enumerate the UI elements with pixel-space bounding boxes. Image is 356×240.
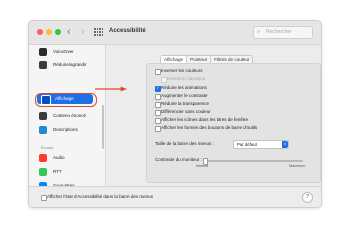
- chevron-updown-icon: ⇕: [282, 141, 288, 148]
- display-contrast-slider[interactable]: [203, 158, 303, 165]
- show-all-grid-icon[interactable]: [94, 28, 103, 36]
- audio-icon: [39, 154, 47, 162]
- option-label: Réduire la transparence: [161, 101, 210, 106]
- contrast-min-label: Normal: [196, 164, 209, 168]
- zoom-button[interactable]: [55, 29, 61, 35]
- descriptions-icon: [39, 126, 47, 134]
- minimize-button[interactable]: [46, 29, 52, 35]
- search-field[interactable]: ⌕ Rechercher: [253, 26, 313, 39]
- search-icon: ⌕: [257, 29, 261, 35]
- sidebar-section-audio: Écoute: [41, 145, 54, 150]
- display-options-panel: Inverser les couleurs Inversion classiqu…: [146, 63, 321, 183]
- back-button[interactable]: ‹: [67, 25, 71, 39]
- forward-button[interactable]: ›: [81, 25, 85, 39]
- option-label: Afficher les icônes dans les titres de f…: [161, 117, 248, 122]
- sidebar-item-voiceover[interactable]: VoiceOver: [35, 47, 101, 57]
- sidebar-item-label: RTT: [53, 169, 62, 174]
- sidebar-item-label: Contenu énoncé: [53, 113, 87, 118]
- window-title: Accessibilité: [109, 28, 146, 34]
- close-button[interactable]: [37, 29, 43, 35]
- sidebar-item-zoom[interactable]: Réduire/agrandir: [35, 60, 101, 70]
- rtt-icon: [39, 168, 47, 176]
- main-content: Affichage Pointeur Filtres de couleur In…: [106, 45, 321, 186]
- search-placeholder: Rechercher: [266, 29, 292, 35]
- sidebar-item-audio[interactable]: Audio: [35, 153, 101, 163]
- contrast-max-label: Maximum: [289, 164, 306, 168]
- menu-bar-size-select[interactable]: Par défaut ⇕: [233, 140, 289, 149]
- sidebar: VoiceOver Réduire/agrandir Affichage Con…: [29, 45, 106, 207]
- annotation-circle: [35, 93, 97, 107]
- option-label: Inverser les couleurs: [161, 68, 203, 73]
- sidebar-item-rtt[interactable]: RTT: [35, 167, 101, 177]
- sidebar-scrollbar[interactable]: [102, 105, 104, 149]
- menu-bar-size-value: Par défaut: [237, 142, 257, 147]
- voiceover-icon: [39, 48, 47, 56]
- sidebar-item-spoken-content[interactable]: Contenu énoncé: [35, 111, 101, 121]
- title-bar: ‹ › Accessibilité ⌕ Rechercher: [29, 21, 321, 45]
- sidebar-item-label: VoiceOver: [53, 49, 74, 54]
- option-label: Afficher les formes des boutons de barre…: [161, 125, 258, 130]
- sidebar-item-descriptions[interactable]: Descriptions: [35, 125, 101, 135]
- sidebar-item-label: Audio: [53, 155, 65, 160]
- spoken-content-icon: [39, 112, 47, 120]
- annotation-arrow: [95, 86, 127, 92]
- display-contrast-label: Contraste du moniteur :: [155, 157, 203, 162]
- option-label: Inversion classique: [167, 76, 206, 81]
- sidebar-item-label: Descriptions: [53, 127, 78, 132]
- preferences-window: ‹ › Accessibilité ⌕ Rechercher VoiceOver…: [28, 20, 322, 208]
- option-label: Augmenter le contraste: [161, 93, 208, 98]
- menu-bar-size-label: Taille de la barre des menus :: [155, 141, 214, 146]
- option-label: Différencier sans couleur: [161, 109, 211, 114]
- zoom-icon: [39, 61, 47, 69]
- menu-bar-status-label: Afficher l'état d'Accessibilité dans la …: [47, 194, 153, 199]
- option-label: Réduire les animations: [161, 85, 207, 90]
- sidebar-item-label: Réduire/agrandir: [53, 62, 87, 67]
- bottom-bar: Afficher l'état d'Accessibilité dans la …: [29, 186, 321, 207]
- help-button[interactable]: ?: [302, 192, 313, 203]
